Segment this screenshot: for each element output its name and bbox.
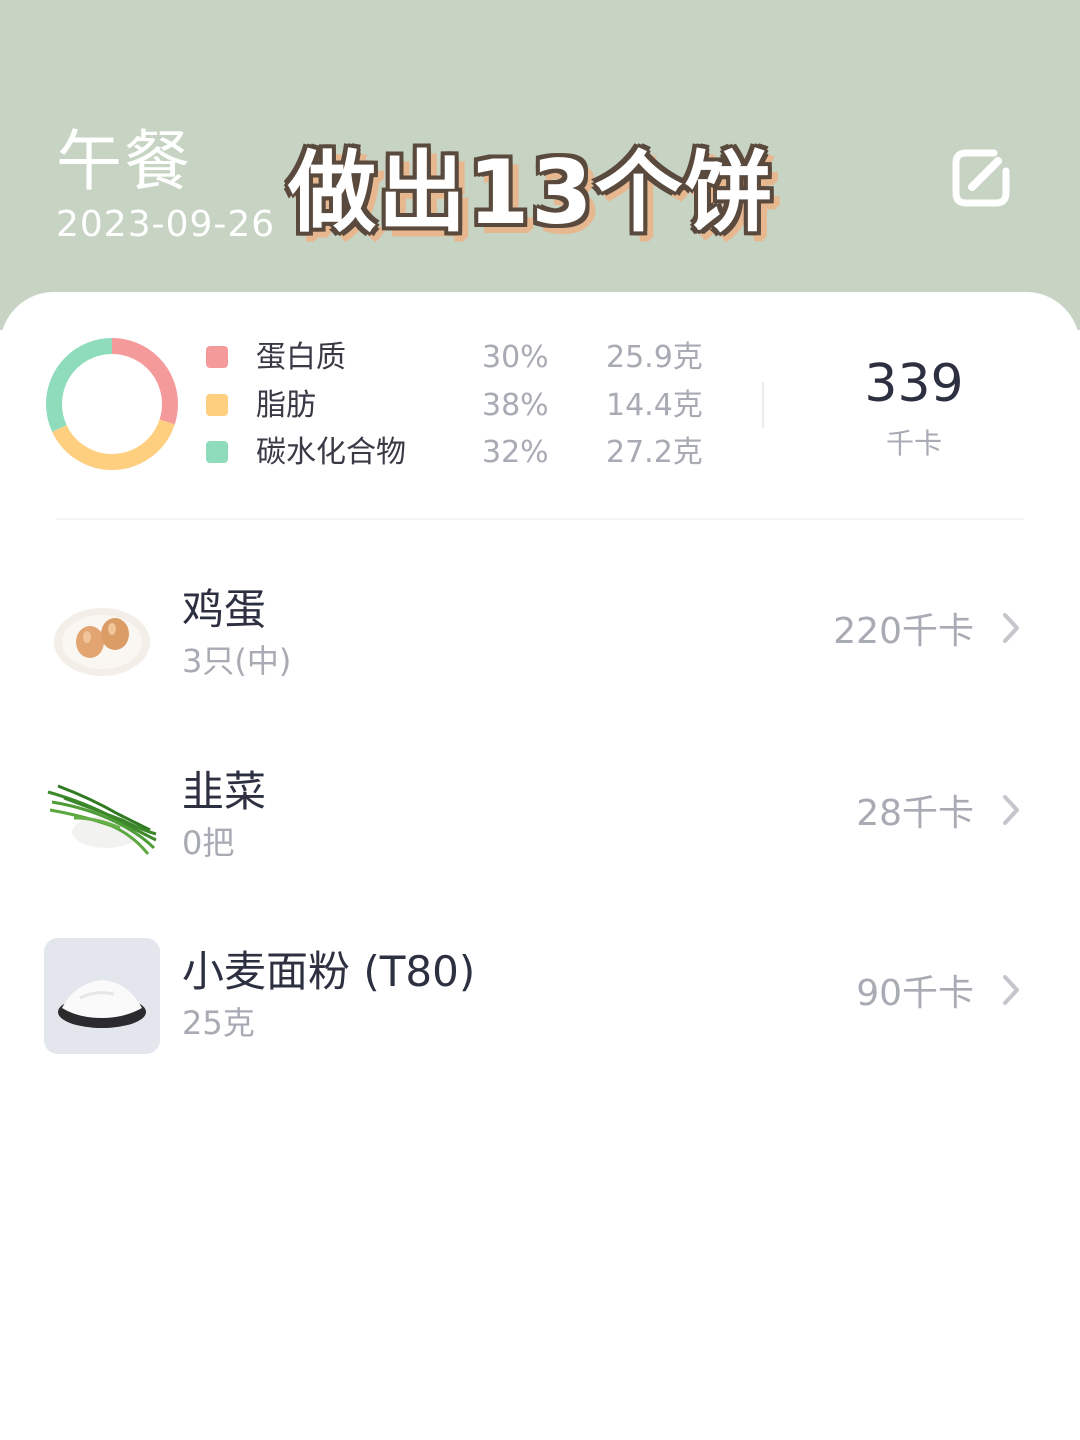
section-divider <box>56 518 1024 520</box>
macro-percent: 38% <box>482 388 549 423</box>
food-thumbnail <box>44 758 160 874</box>
macro-row-fat: 脂肪 38% 14.4克 <box>204 384 724 428</box>
macro-name: 脂肪 <box>256 388 316 423</box>
chevron-right-icon <box>1003 975 1019 1005</box>
macro-grams: 27.2克 <box>606 435 703 470</box>
total-calories: 339 <box>864 354 964 414</box>
overlay-caption: 做出13个饼 <box>288 141 775 244</box>
macro-name: 碳水化合物 <box>256 435 406 470</box>
macro-donut-chart <box>46 338 178 470</box>
vertical-divider <box>762 382 764 428</box>
macro-name: 蛋白质 <box>256 340 346 375</box>
food-amount: 25克 <box>182 1004 255 1042</box>
chevron-right-icon <box>1003 795 1019 825</box>
food-name: 小麦面粉 (T80) <box>182 947 476 996</box>
food-item-chives[interactable]: 韭菜 0把 28千卡 <box>0 748 1080 888</box>
food-item-flour[interactable]: 小麦面粉 (T80) 25克 90千卡 <box>0 928 1080 1068</box>
macro-row-carbs: 碳水化合物 32% 27.2克 <box>204 431 724 475</box>
egg-plate-icon <box>54 608 150 676</box>
macro-percent: 30% <box>482 340 549 375</box>
food-calories: 220千卡 <box>833 611 974 652</box>
edit-button[interactable] <box>948 145 1014 211</box>
fat-color-dot <box>206 394 228 416</box>
macro-row-protein: 蛋白质 30% 25.9克 <box>204 336 724 380</box>
macro-grams: 25.9克 <box>606 340 703 375</box>
food-calories: 28千卡 <box>856 793 974 834</box>
food-amount: 3只(中) <box>182 642 292 680</box>
flour-bowl-icon <box>44 938 160 1054</box>
food-item-egg[interactable]: 鸡蛋 3只(中) 220千卡 <box>0 566 1080 706</box>
meal-detail-page: 午餐 2023-09-26 做出13个饼 蛋白质 30% 25.9克 脂肪 38… <box>0 0 1080 1440</box>
meal-title: 午餐 <box>56 123 192 200</box>
meal-date: 2023-09-26 <box>56 204 276 245</box>
macro-percent: 32% <box>482 435 549 470</box>
food-calories: 90千卡 <box>856 973 974 1014</box>
macro-grams: 14.4克 <box>606 388 703 423</box>
chevron-right-icon <box>1003 613 1019 643</box>
food-thumbnail <box>44 938 160 1054</box>
protein-color-dot <box>206 346 228 368</box>
food-amount: 0把 <box>182 824 235 862</box>
chives-icon <box>47 784 157 855</box>
food-name: 韭菜 <box>182 767 267 816</box>
total-calories-unit: 千卡 <box>885 427 942 460</box>
carbs-color-dot <box>206 441 228 463</box>
food-name: 鸡蛋 <box>182 585 267 634</box>
food-thumbnail <box>44 576 160 692</box>
edit-icon <box>952 149 1010 207</box>
meal-header: 午餐 2023-09-26 做出13个饼 <box>0 0 1080 330</box>
